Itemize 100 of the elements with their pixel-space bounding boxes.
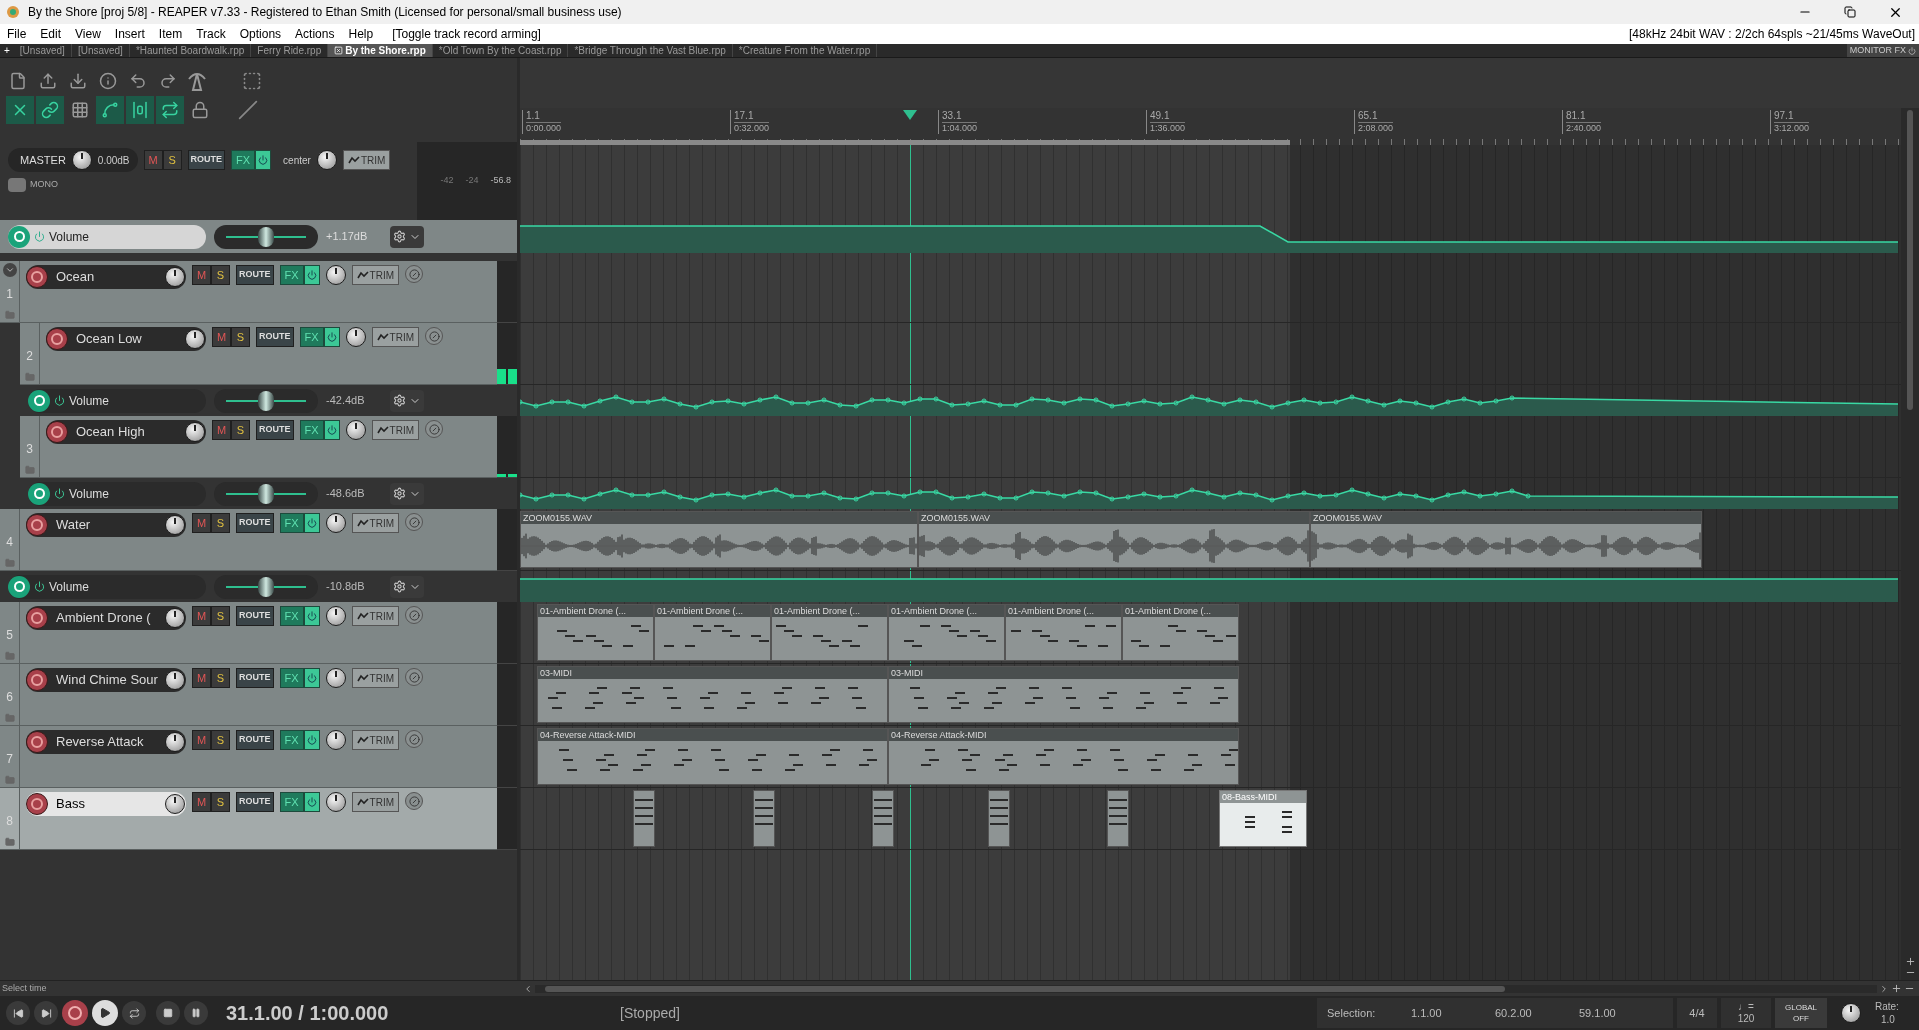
envelope-arm-button[interactable] bbox=[28, 389, 50, 412]
phase-button[interactable] bbox=[425, 327, 443, 345]
download-icon[interactable] bbox=[69, 72, 87, 90]
media-item[interactable] bbox=[633, 790, 655, 847]
volume-knob[interactable] bbox=[165, 515, 185, 535]
phase-button[interactable] bbox=[405, 668, 423, 686]
solo-button[interactable]: S bbox=[211, 265, 230, 285]
scroll-left-icon[interactable] bbox=[523, 983, 533, 994]
new-tab-button[interactable]: + bbox=[0, 43, 14, 58]
envelope-arm-button[interactable] bbox=[8, 575, 30, 598]
fx-button[interactable]: FX bbox=[231, 150, 256, 170]
media-item[interactable] bbox=[988, 790, 1010, 847]
volume-knob[interactable] bbox=[185, 422, 205, 442]
scrollbar-thumb[interactable] bbox=[1907, 110, 1913, 410]
solo-button[interactable]: S bbox=[211, 668, 230, 688]
skip-back-button[interactable] bbox=[6, 1001, 30, 1025]
menu-item[interactable]: Help bbox=[341, 25, 381, 43]
fx-button[interactable]: FX bbox=[279, 730, 304, 750]
metronome-icon[interactable] bbox=[186, 71, 208, 91]
route-button[interactable]: ROUTE bbox=[236, 730, 274, 750]
horizontal-scrollbar[interactable] bbox=[535, 984, 1877, 993]
pan-knob[interactable] bbox=[316, 150, 337, 170]
media-item[interactable]: 01-Ambient Drone (... bbox=[537, 604, 654, 661]
undo-icon[interactable] bbox=[129, 72, 147, 90]
loop-button[interactable] bbox=[122, 1001, 146, 1025]
trim-button[interactable]: TRIM bbox=[351, 730, 399, 750]
route-button[interactable]: ROUTE bbox=[256, 327, 294, 347]
project-tab[interactable]: *Haunted Boardwalk.rpp bbox=[129, 44, 252, 57]
trim-button[interactable]: TRIM bbox=[351, 265, 399, 285]
pan-knob[interactable] bbox=[345, 327, 366, 347]
route-button[interactable]: ROUTE bbox=[236, 668, 274, 688]
record-arm-button[interactable] bbox=[26, 669, 48, 691]
media-item[interactable]: ZOOM0155.WAV bbox=[520, 511, 918, 568]
project-tab[interactable]: By the Shore.rpp bbox=[328, 44, 433, 57]
pan-knob[interactable] bbox=[345, 420, 366, 440]
route-button[interactable]: ROUTE bbox=[236, 265, 274, 285]
volume-knob[interactable] bbox=[165, 794, 185, 814]
media-item[interactable]: 01-Ambient Drone (... bbox=[654, 604, 771, 661]
trim-button[interactable]: TRIM bbox=[342, 150, 391, 170]
route-button[interactable]: ROUTE bbox=[236, 606, 274, 626]
settings-icon[interactable] bbox=[393, 487, 406, 500]
volume-knob[interactable] bbox=[71, 150, 92, 170]
fader-thumb[interactable] bbox=[258, 483, 274, 504]
skip-forward-button[interactable] bbox=[34, 1001, 58, 1025]
record-arm-button[interactable] bbox=[26, 793, 48, 815]
media-item[interactable]: 04-Reverse Attack-MIDI bbox=[888, 728, 1239, 785]
record-arm-button[interactable] bbox=[26, 514, 48, 536]
settings-icon[interactable] bbox=[393, 230, 406, 243]
record-arm-button[interactable] bbox=[26, 266, 48, 288]
vertical-scrollbar[interactable] bbox=[1901, 108, 1919, 980]
project-tab[interactable]: [Unsaved] bbox=[13, 44, 72, 57]
pan-knob[interactable] bbox=[325, 606, 346, 626]
media-item[interactable]: 01-Ambient Drone (... bbox=[1122, 604, 1239, 661]
phase-button[interactable] bbox=[405, 265, 423, 283]
toolbar-toggle[interactable] bbox=[96, 96, 124, 124]
route-button[interactable]: ROUTE bbox=[187, 150, 226, 170]
scroll-right-icon[interactable] bbox=[1879, 983, 1889, 994]
project-tab[interactable]: *Old Town By the Coast.rpp bbox=[432, 44, 569, 57]
pan-knob[interactable] bbox=[325, 265, 346, 285]
upload-icon[interactable] bbox=[39, 72, 57, 90]
trim-button[interactable]: TRIM bbox=[351, 513, 399, 533]
fader-thumb[interactable] bbox=[258, 226, 274, 247]
phase-button[interactable] bbox=[405, 792, 423, 810]
scrollbar-thumb[interactable] bbox=[545, 985, 1505, 992]
toolbar-toggle[interactable] bbox=[156, 96, 184, 124]
fx-button[interactable]: FX bbox=[299, 327, 324, 347]
fader-thumb[interactable] bbox=[258, 390, 274, 411]
solo-button[interactable]: S bbox=[211, 513, 230, 533]
monitor-fx-button[interactable]: MONITOR FX bbox=[1846, 44, 1919, 57]
record-arm-button[interactable] bbox=[46, 421, 68, 443]
settings-icon[interactable] bbox=[393, 580, 406, 593]
slash-icon[interactable] bbox=[238, 100, 258, 120]
volume-knob[interactable] bbox=[165, 608, 185, 628]
volume-knob[interactable] bbox=[185, 329, 205, 349]
media-item[interactable]: 03-MIDI bbox=[537, 666, 888, 723]
mono-button[interactable]: MONO bbox=[8, 178, 58, 192]
solo-button[interactable]: S bbox=[211, 730, 230, 750]
fx-button[interactable]: FX bbox=[279, 513, 304, 533]
zoom-in-icon[interactable] bbox=[1904, 956, 1916, 967]
global-automation-button[interactable]: GLOBAL OFF bbox=[1775, 998, 1827, 1028]
solo-button[interactable]: S bbox=[231, 420, 250, 440]
media-item[interactable] bbox=[1107, 790, 1129, 847]
project-tab[interactable]: [Unsaved] bbox=[71, 44, 130, 57]
fx-button[interactable]: FX bbox=[299, 420, 324, 440]
project-tab[interactable]: *Creature From the Water.rpp bbox=[732, 44, 878, 57]
trim-button[interactable]: TRIM bbox=[351, 606, 399, 626]
media-item[interactable]: ZOOM0155.WAV bbox=[1310, 511, 1702, 568]
menu-item[interactable]: Track bbox=[189, 25, 233, 43]
trim-button[interactable]: TRIM bbox=[351, 792, 399, 812]
project-tab[interactable]: *Bridge Through the Vast Blue.rpp bbox=[568, 44, 733, 57]
phase-button[interactable] bbox=[425, 420, 443, 438]
menu-item[interactable]: Item bbox=[151, 25, 190, 43]
media-item[interactable]: 01-Ambient Drone (... bbox=[888, 604, 1005, 661]
pan-knob[interactable] bbox=[325, 730, 346, 750]
envelope-arm-button[interactable] bbox=[28, 482, 50, 505]
trim-button[interactable]: TRIM bbox=[371, 327, 419, 347]
toolbar-toggle[interactable] bbox=[36, 96, 64, 124]
trim-button[interactable]: TRIM bbox=[371, 420, 419, 440]
record-button[interactable] bbox=[62, 1000, 88, 1026]
fx-button[interactable]: FX bbox=[279, 792, 304, 812]
